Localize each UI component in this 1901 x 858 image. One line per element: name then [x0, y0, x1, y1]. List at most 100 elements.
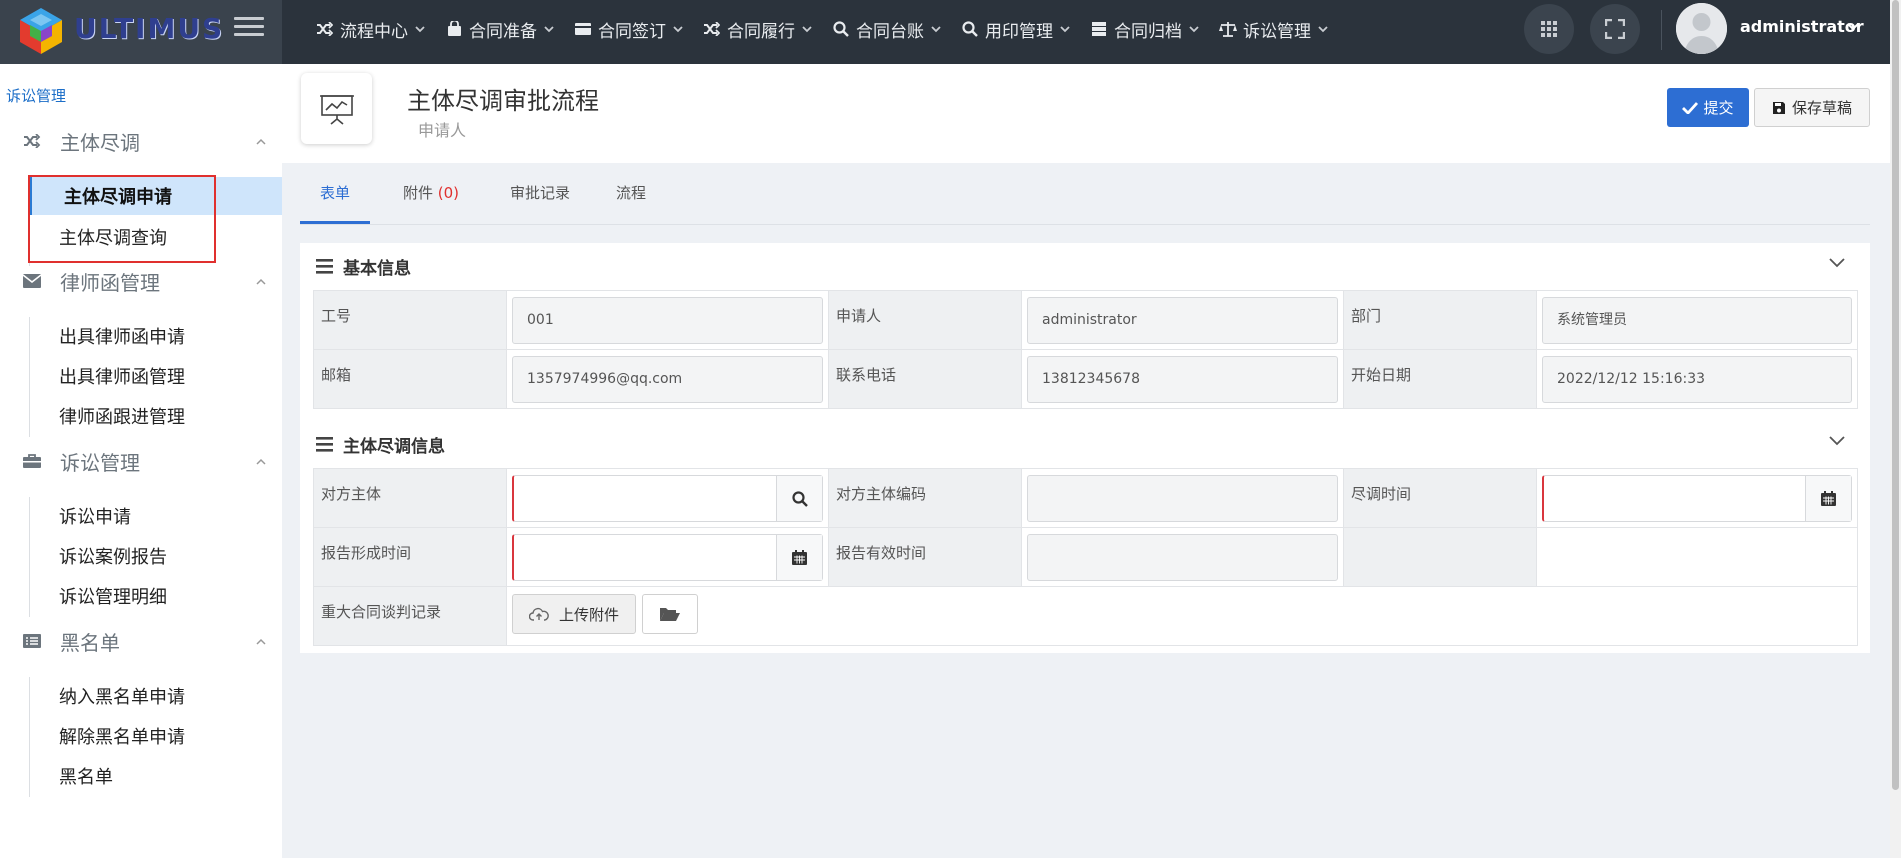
report-valid-time-field[interactable] — [1027, 534, 1338, 581]
phone-field[interactable]: 13812345678 — [1027, 356, 1338, 403]
sidebar-group-blacklist[interactable]: 黑名单 — [0, 621, 282, 661]
topnav-label: 合同履行 — [727, 21, 795, 42]
envelope-icon — [22, 271, 42, 291]
empty-cell — [1536, 527, 1858, 587]
topnav-label: 用印管理 — [985, 21, 1053, 42]
report-time-input[interactable] — [512, 534, 823, 581]
chevron-down-icon — [802, 26, 812, 33]
briefcase-icon — [22, 451, 42, 471]
topnav-contract-ledger[interactable]: 合同台账 — [832, 17, 941, 42]
cloud-upload-icon — [529, 607, 549, 621]
save-draft-button[interactable]: 保存草稿 — [1754, 88, 1870, 127]
sidebar-item-litigation-report[interactable]: 诉讼案例报告 — [29, 537, 282, 575]
sidebar-item-blacklist-remove[interactable]: 解除黑名单申请 — [29, 717, 282, 755]
tab-approval-records[interactable]: 审批记录 — [499, 170, 581, 224]
shuffle-icon — [22, 131, 42, 151]
briefcase-icon — [445, 20, 463, 38]
submit-button[interactable]: 提交 — [1667, 88, 1749, 127]
tab-attachments[interactable]: 附件 (0) — [396, 170, 466, 224]
field-label: 联系电话 — [828, 349, 1022, 409]
fullscreen-button[interactable] — [1590, 4, 1640, 54]
emp-no-field[interactable]: 001 — [512, 297, 823, 344]
dd-info-table: 对方主体 对方主体编码 尽调时间 报告形成时间 报告有效时间 重大合同谈判记录 … — [313, 468, 1858, 646]
attachments-count: (0) — [437, 184, 460, 202]
sidebar-item-blacklist-add[interactable]: 纳入黑名单申请 — [29, 677, 282, 715]
topnav-contract-perform[interactable]: 合同履行 — [703, 17, 812, 42]
chevron-down-icon[interactable] — [1829, 258, 1845, 268]
sidebar-item-lawyer-letter-follow[interactable]: 律师函跟进管理 — [29, 397, 282, 435]
sidebar-group-label: 主体尽调 — [60, 130, 140, 155]
topnav-process-center[interactable]: 流程中心 — [316, 17, 425, 42]
field-label: 报告形成时间 — [313, 527, 507, 587]
counterparty-input[interactable] — [512, 475, 823, 522]
scale-icon — [1219, 20, 1237, 38]
folder-open-icon — [660, 608, 681, 621]
topnav-litigation[interactable]: 诉讼管理 — [1219, 17, 1328, 42]
chevron-down-icon[interactable] — [1829, 436, 1845, 446]
page-icon — [301, 73, 372, 144]
chevron-up-icon — [256, 274, 266, 288]
save-icon — [1772, 101, 1785, 114]
counterparty-search-button[interactable] — [776, 476, 822, 521]
dept-field[interactable]: 系统管理员 — [1542, 297, 1852, 344]
divider — [1661, 10, 1662, 50]
user-name[interactable]: administrator — [1740, 17, 1864, 36]
section-title-text: 主体尽调信息 — [343, 437, 445, 457]
tab-form[interactable]: 表单 — [300, 170, 370, 224]
sidebar-item-litigation-detail[interactable]: 诉讼管理明细 — [29, 577, 282, 615]
upload-attachment-button[interactable]: 上传附件 — [512, 594, 637, 634]
sidebar-group-litigation[interactable]: 诉讼管理 — [0, 441, 282, 481]
chevron-down-icon — [1189, 26, 1199, 33]
sidebar-item-lawyer-letter-manage[interactable]: 出具律师函管理 — [29, 357, 282, 395]
sidebar-group-due-diligence[interactable]: 主体尽调 — [0, 121, 282, 161]
topnav-seal-manage[interactable]: 用印管理 — [961, 17, 1070, 42]
report-time-calendar-button[interactable] — [776, 535, 822, 580]
sidebar-module-title: 诉讼管理 — [6, 87, 67, 105]
user-avatar[interactable] — [1676, 3, 1727, 54]
menu-toggle-icon[interactable] — [234, 17, 264, 39]
dd-time-calendar-button[interactable] — [1805, 476, 1851, 521]
section-dd-info-title: 主体尽调信息 — [316, 432, 445, 457]
sidebar-item-blacklist[interactable]: 黑名单 — [29, 757, 282, 795]
topnav-label: 合同归档 — [1114, 21, 1182, 42]
bars-icon — [316, 437, 333, 452]
dd-time-input[interactable] — [1542, 475, 1852, 522]
tab-flow[interactable]: 流程 — [611, 170, 651, 224]
chevron-up-icon — [256, 454, 266, 468]
fullscreen-icon — [1605, 19, 1625, 39]
highlight-box — [28, 175, 216, 263]
field-label: 对方主体 — [313, 468, 507, 528]
topnav-contract-sign[interactable]: 合同签订 — [574, 17, 683, 42]
scrollbar-thumb[interactable] — [1892, 0, 1899, 790]
sidebar-item-lawyer-letter-apply[interactable]: 出具律师函申请 — [29, 317, 282, 355]
counterparty-code-field[interactable] — [1027, 475, 1338, 522]
applicant-field[interactable]: administrator — [1027, 297, 1338, 344]
chevron-down-icon — [544, 26, 554, 33]
grid-icon — [1541, 21, 1557, 37]
top-nav: 流程中心 合同准备 合同签订 合同履行 合同台账 用印管理 合同归档 诉讼管理 — [316, 0, 1348, 58]
field-label: 申请人 — [828, 290, 1022, 350]
field-label: 对方主体编码 — [828, 468, 1022, 528]
scrollbar[interactable] — [1890, 0, 1901, 858]
card-icon — [574, 20, 592, 38]
browse-folder-button[interactable] — [642, 594, 699, 634]
topnav-contract-prepare[interactable]: 合同准备 — [445, 17, 554, 42]
email-field[interactable]: 1357974996@qq.com — [512, 356, 823, 403]
chevron-up-icon — [256, 634, 266, 648]
apps-grid-button[interactable] — [1524, 4, 1574, 54]
shuffle-icon — [316, 20, 334, 38]
topnav-label: 合同签订 — [598, 21, 666, 42]
chevron-down-icon[interactable] — [1847, 22, 1859, 31]
search-icon — [832, 20, 850, 38]
start-date-field[interactable]: 2022/12/12 15:16:33 — [1542, 356, 1852, 403]
field-label: 报告有效时间 — [828, 527, 1022, 587]
calendar-icon — [792, 550, 807, 565]
sidebar-item-litigation-apply[interactable]: 诉讼申请 — [29, 497, 282, 535]
field-label: 重大合同谈判记录 — [313, 586, 507, 646]
sidebar-group-lawyer-letter[interactable]: 律师函管理 — [0, 261, 282, 301]
field-label: 工号 — [313, 290, 507, 350]
chevron-down-icon — [1060, 26, 1070, 33]
presentation-icon — [319, 94, 354, 125]
topnav-contract-archive[interactable]: 合同归档 — [1090, 17, 1199, 42]
chevron-down-icon — [931, 26, 941, 33]
